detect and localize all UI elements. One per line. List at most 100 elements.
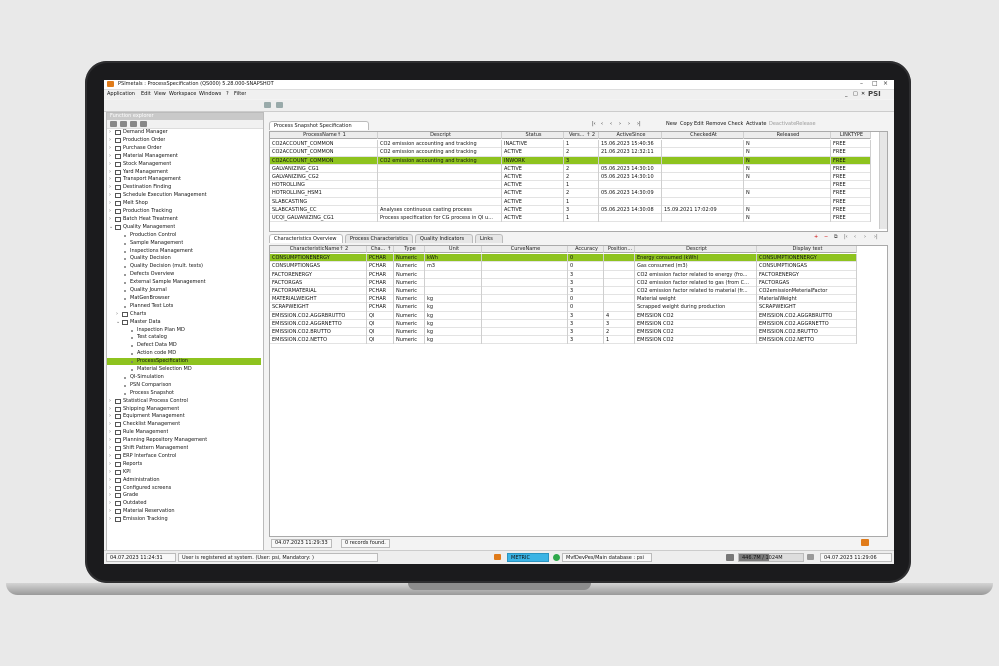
tree-item[interactable]: Defects Overview xyxy=(107,271,261,278)
tree-item[interactable]: ⌄ Quality Management xyxy=(107,224,261,231)
expand-toggle-icon[interactable]: › xyxy=(109,398,111,405)
expand-toggle-icon[interactable]: › xyxy=(109,145,111,152)
tree-item[interactable]: ProcessSpecification xyxy=(107,358,261,366)
action-remove-button[interactable]: Remove xyxy=(706,121,726,128)
maximize-button[interactable]: □ xyxy=(872,80,878,88)
expand-toggle-icon[interactable]: › xyxy=(109,208,111,215)
table-row[interactable]: EMISSION.CO2.NETTO QI Numeric kg 3 1 EMISSION … xyxy=(270,336,857,345)
favorites-icon[interactable] xyxy=(130,121,137,127)
tree-item[interactable]: › Equipment Management xyxy=(107,413,261,420)
tree-item[interactable]: Defect Data MD xyxy=(107,342,261,349)
expand-toggle-icon[interactable]: ⌄ xyxy=(109,224,113,231)
tree-item[interactable]: QI-Simulation xyxy=(107,374,261,381)
column-header[interactable]: Display text xyxy=(757,246,857,253)
last-icon[interactable]: ›| xyxy=(874,234,878,241)
tree-item[interactable]: › Purchase Order xyxy=(107,145,261,152)
refresh-icon[interactable] xyxy=(276,102,283,108)
expand-toggle-icon[interactable]: › xyxy=(109,445,111,452)
table-row[interactable]: EMISSION.CO2.AGGRBRUTTO QI Numeric kg 3 4 EMIS… xyxy=(270,311,857,320)
menu-view[interactable]: View xyxy=(154,91,166,98)
table-row[interactable]: GALVANIZING_CG2 ACTIVE 2 05.06.2023 14:30:1… xyxy=(270,173,871,182)
expand-toggle-icon[interactable]: › xyxy=(109,192,111,199)
view-close-button[interactable]: ✕ xyxy=(861,91,865,98)
nav-arrow-icon[interactable]: › xyxy=(628,121,630,128)
table-row[interactable]: FACTORMATERIAL PCHAR Numeric 3 CO2 emission … xyxy=(270,287,857,296)
column-header[interactable]: CheckedAt xyxy=(662,132,744,139)
tree-item[interactable]: ⌄ Master Data xyxy=(107,319,261,326)
expand-toggle-icon[interactable]: › xyxy=(109,485,111,492)
expand-toggle-icon[interactable]: › xyxy=(109,508,111,515)
table-row[interactable]: HOTROLLING ACTIVE 1 FREE xyxy=(270,181,871,190)
footer-palette-icon[interactable] xyxy=(861,539,869,546)
tree-item[interactable]: › Outdated xyxy=(107,500,261,507)
table-row[interactable]: HOTROLLING_HSM1 ACTIVE 2 05.06.2023 14:30:0… xyxy=(270,189,871,198)
expand-toggle-icon[interactable]: › xyxy=(109,429,111,436)
menu-application[interactable]: Application xyxy=(107,91,135,98)
expand-toggle-icon[interactable]: › xyxy=(109,169,111,176)
menu-edit[interactable]: Edit xyxy=(141,91,151,98)
column-header[interactable]: Vers... ↑ 2 xyxy=(564,132,599,139)
tree-item[interactable]: › Rule Management xyxy=(107,429,261,436)
tree-item[interactable]: External Sample Management xyxy=(107,279,261,286)
column-header[interactable]: Cha... ↑ xyxy=(367,246,394,253)
expand-toggle-icon[interactable]: › xyxy=(109,153,111,160)
table-row[interactable]: MATERIALWEIGHT PCHAR Numeric kg 0 Material we… xyxy=(270,295,857,304)
tree-item[interactable]: › Yard Management xyxy=(107,169,261,176)
tree-item[interactable]: › ERP Interface Control xyxy=(107,453,261,460)
tree-item[interactable]: › Melt Shop xyxy=(107,200,261,207)
column-header[interactable]: Descript xyxy=(378,132,502,139)
tree-item[interactable]: › Shift Pattern Management xyxy=(107,445,261,452)
action-new-button[interactable]: New xyxy=(666,121,677,128)
tree-item[interactable]: Inspections Management xyxy=(107,248,261,255)
nav-arrow-icon[interactable]: › xyxy=(619,121,621,128)
tree-item[interactable]: Test catalog xyxy=(107,334,261,341)
expand-toggle-icon[interactable]: › xyxy=(109,161,111,168)
action-check-button[interactable]: Check xyxy=(728,121,743,128)
nav-arrow-icon[interactable]: |‹ xyxy=(592,121,596,128)
column-header[interactable]: ProcessName↑ 1 xyxy=(270,132,378,139)
expand-toggle-icon[interactable]: › xyxy=(109,406,111,413)
tree-item[interactable]: Sample Management xyxy=(107,240,261,247)
tab-process-snapshot-specification[interactable]: Process Snapshot Specification xyxy=(269,121,369,130)
table-row[interactable]: FACTORGAS PCHAR Numeric 3 CO2 emission facto… xyxy=(270,278,857,287)
column-header[interactable]: ActiveSince xyxy=(599,132,662,139)
table-row[interactable]: SLABCASTING ACTIVE 1 FREE xyxy=(270,197,871,206)
action-activate-button[interactable]: Activate xyxy=(746,121,767,128)
action-copy-button[interactable]: Copy xyxy=(680,121,693,128)
column-header[interactable]: Released xyxy=(744,132,831,139)
tree-item[interactable]: › Transport Management xyxy=(107,176,261,183)
column-header[interactable]: Unit xyxy=(425,246,482,253)
filter-icon[interactable] xyxy=(140,121,147,127)
expand-toggle-icon[interactable]: › xyxy=(109,500,111,507)
collapse-all-icon[interactable] xyxy=(110,121,117,127)
gc-icon[interactable] xyxy=(726,554,734,561)
prev-icon[interactable]: ‹ xyxy=(854,234,856,241)
tree-item[interactable]: Quality Decision (mult. tests) xyxy=(107,263,261,270)
table-row[interactable]: FACTORENERGY PCHAR Numeric 3 CO2 emission fa… xyxy=(270,270,857,279)
tree-item[interactable]: Material Selection MD xyxy=(107,366,261,373)
table-row[interactable]: CO2ACCOUNT_COMMON CO2 emission accounting… xyxy=(270,148,871,157)
table-row[interactable]: CONSUMPTIONGAS PCHAR Numeric m3 0 Gas consume… xyxy=(270,262,857,271)
table-row[interactable]: EMISSION.CO2.BRUTTO QI Numeric kg 3 2 EMISSION… xyxy=(270,328,857,337)
column-header[interactable]: CurveName xyxy=(482,246,568,253)
expand-toggle-icon[interactable]: › xyxy=(109,469,111,476)
tree-item[interactable]: › Checklist Management xyxy=(107,421,261,428)
tree-item[interactable]: Quality Decision xyxy=(107,255,261,262)
tree-item[interactable]: Process Snapshot xyxy=(107,390,261,397)
table-row[interactable]: CO2ACCOUNT_COMMON CO2 emission accounting… xyxy=(270,156,871,165)
table-row[interactable]: CONSUMPTIONENERGY PCHAR Numeric kWh 0 Energy … xyxy=(270,254,857,263)
tree-item[interactable]: › Schedule Execution Management xyxy=(107,192,261,199)
close-button[interactable]: × xyxy=(883,80,888,88)
column-header[interactable]: Accuracy xyxy=(568,246,604,253)
back-icon[interactable] xyxy=(264,102,271,108)
tree-item[interactable]: Inspection Plan MD xyxy=(107,327,261,334)
expand-toggle-icon[interactable]: › xyxy=(109,477,111,484)
tab-process-characteristics[interactable]: Process Characteristics xyxy=(345,234,413,243)
expand-toggle-icon[interactable]: › xyxy=(116,311,118,318)
tab-characteristics-overview[interactable]: Characteristics Overview xyxy=(269,234,343,243)
table-row[interactable]: CO2ACCOUNT_COMMON CO2 emission accounting… xyxy=(270,140,871,149)
tree-item[interactable]: › Material Management xyxy=(107,153,261,160)
tree-item[interactable]: Quality Journal xyxy=(107,287,261,294)
expand-toggle-icon[interactable]: › xyxy=(109,184,111,191)
copy-icon[interactable]: ⧉ xyxy=(834,234,838,241)
